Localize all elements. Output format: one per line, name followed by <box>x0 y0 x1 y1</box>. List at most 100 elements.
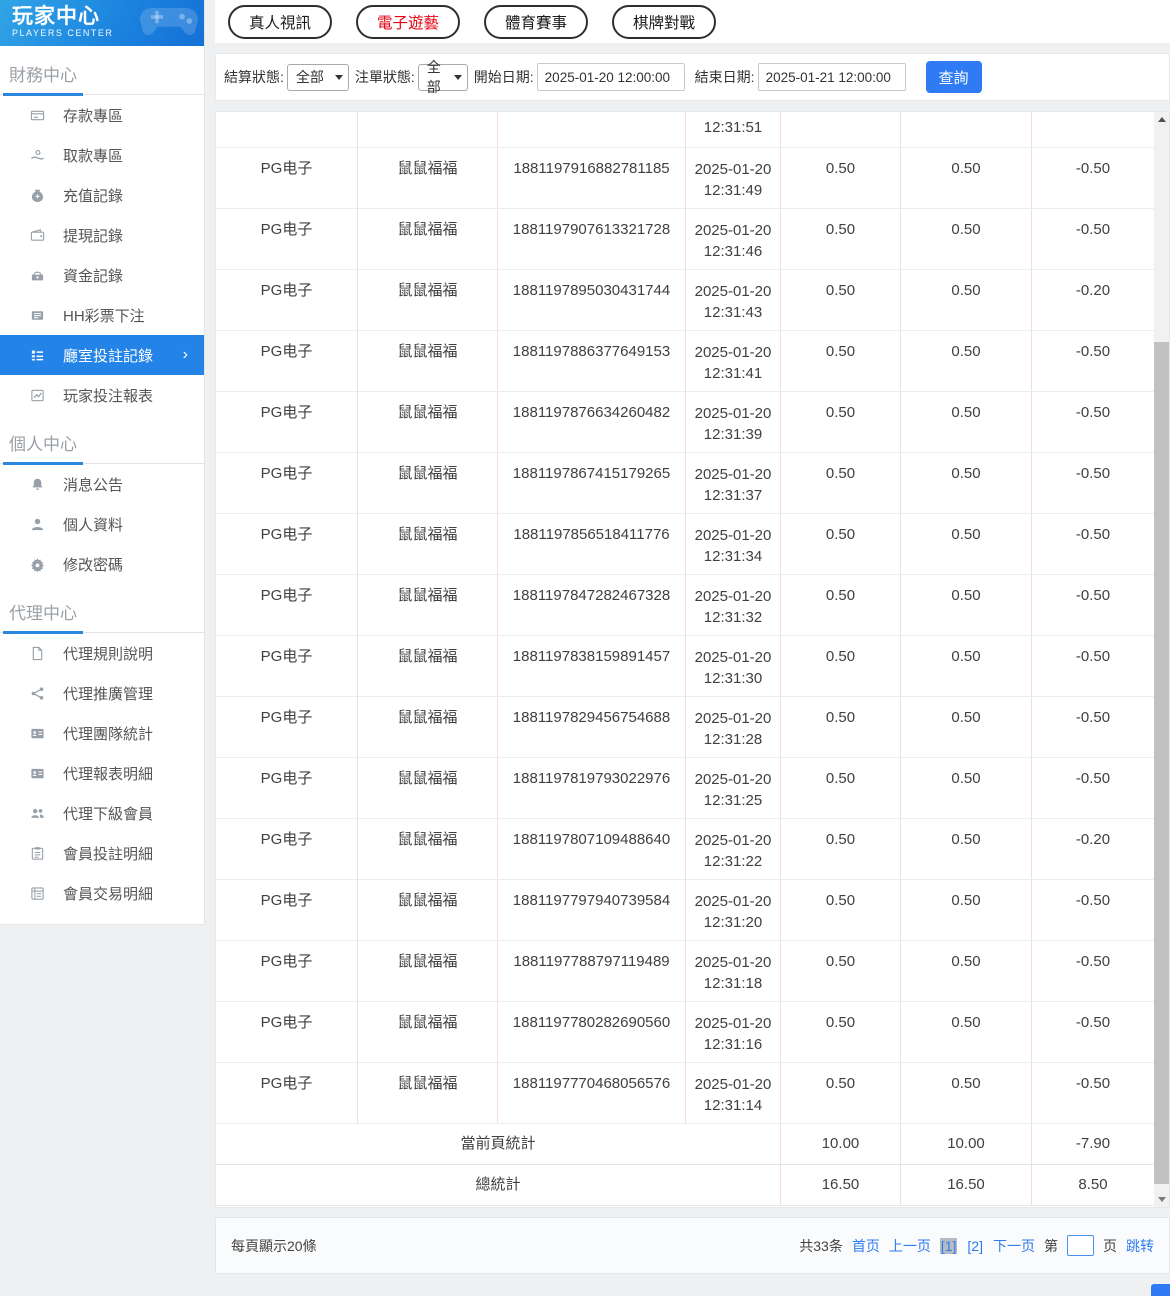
scrollbar-thumb[interactable] <box>1154 342 1169 1184</box>
time-line: 12:31:34 <box>703 548 763 565</box>
search-button[interactable]: 查詢 <box>925 61 982 93</box>
sidebar-item[interactable]: 消息公告 <box>0 464 204 504</box>
sidebar-item-label: 廳室投註記錄 <box>63 347 154 365</box>
sidebar-item[interactable]: 代理推廣管理 <box>0 673 204 713</box>
bet-amount-cell: 0.50 <box>781 880 901 940</box>
moneybag-icon <box>30 188 46 203</box>
bet-amount-cell: 0.50 <box>781 148 901 208</box>
game-category-tab[interactable]: 體育賽事 <box>484 4 589 39</box>
hall-cell: PG电子 <box>216 270 358 330</box>
hall-cell: PG电子 <box>216 758 358 818</box>
jump-button[interactable]: 跳转 <box>1126 1236 1154 1256</box>
purse-icon <box>30 268 46 283</box>
sidebar-item[interactable]: 代理下級會員 <box>0 793 204 833</box>
sidebar-item-label: 資金記錄 <box>63 267 124 285</box>
triangle-down-icon <box>1157 1197 1166 1202</box>
time-line: 12:31:16 <box>703 1036 763 1053</box>
settle-status-select[interactable]: 全部 <box>286 63 349 91</box>
time-line: 12:31:39 <box>703 426 763 443</box>
sidebar-item[interactable]: 玩家投注報表 <box>0 375 204 415</box>
time-line: 12:31:22 <box>703 853 763 870</box>
time-line: 12:31:49 <box>703 182 763 199</box>
time-line: 12:31:37 <box>703 487 763 504</box>
sidebar-item[interactable]: 會員交易明細 <box>0 873 204 913</box>
prev-page-link[interactable]: 上一页 <box>889 1236 931 1256</box>
hall-cell: PG电子 <box>216 1002 358 1062</box>
time-cell: 2025-01-20 12:31:39 <box>686 392 781 452</box>
date-line: 2025-01-20 <box>694 466 772 483</box>
valid-amount-cell: 0.50 <box>901 1002 1032 1062</box>
bet-amount-cell: 0.50 <box>781 697 901 757</box>
hall-cell: PG电子 <box>216 453 358 513</box>
sidebar-item[interactable]: 代理規則說明 <box>0 633 204 673</box>
table-row: PG电子 鼠鼠福福 1881197829456754688 2025-01-20… <box>216 697 1155 758</box>
game-category-tab[interactable]: 真人視訊 <box>228 4 333 39</box>
order-number-cell: 1881197829456754688 <box>498 697 686 757</box>
sidebar-item[interactable]: 個人資料 <box>0 504 204 544</box>
page-number-link[interactable]: [2] <box>966 1238 984 1254</box>
bet-amount-cell: 0.50 <box>781 1063 901 1123</box>
order-number-cell: 1881197916882781185 <box>498 148 686 208</box>
sidebar-item[interactable]: 存款專區 <box>0 95 204 135</box>
scroll-down-arrow[interactable] <box>1154 1192 1169 1207</box>
game-category-tab[interactable]: 電子遊藝 <box>356 4 461 39</box>
valid-amount-cell: 0.50 <box>901 392 1032 452</box>
winloss-cell: -0.50 <box>1032 148 1155 208</box>
time-line: 12:31:14 <box>703 1097 763 1114</box>
jump-page-input[interactable] <box>1067 1235 1094 1256</box>
order-status-select[interactable]: 全部 <box>417 59 468 95</box>
next-page-link[interactable]: 下一页 <box>993 1236 1035 1256</box>
date-line: 2025-01-20 <box>694 161 772 178</box>
date-line: 2025-01-20 <box>694 832 772 849</box>
date-line: 2025-01-20 <box>694 954 772 971</box>
time-cell: 2025-01-20 12:31:28 <box>686 697 781 757</box>
corner-widget[interactable] <box>1151 1284 1170 1296</box>
game-cell: 鼠鼠福福 <box>358 941 498 1001</box>
time-cell: 2025-01-20 12:31:22 <box>686 819 781 879</box>
game-cell: 鼠鼠福福 <box>358 697 498 757</box>
order-number-cell: 1881197847282467328 <box>498 575 686 635</box>
game-cell: 鼠鼠福福 <box>358 514 498 574</box>
scroll-up-arrow[interactable] <box>1154 112 1169 127</box>
summary-winloss-cell: -7.90 <box>1032 1124 1155 1164</box>
sidebar-item[interactable]: 修改密碼 <box>0 544 204 584</box>
section-title-personal: 個人中心 <box>0 415 204 465</box>
filter-bar: 結算狀態: 全部 注單狀態: 全部 開始日期: 結束日期: 查詢 <box>215 53 1170 101</box>
sidebar-item[interactable]: 取款專區 <box>0 135 204 175</box>
game-cell: 鼠鼠福福 <box>358 880 498 940</box>
sidebar-item-label: 代理團隊統計 <box>63 725 154 743</box>
sidebar-item-label: 代理下級會員 <box>63 805 154 823</box>
deposit-card-icon <box>30 108 46 123</box>
sidebar-item[interactable]: 代理團隊統計 <box>0 713 204 753</box>
time-cell: 12:31:51 <box>686 112 781 147</box>
sidebar: 玩家中心 PLAYERS CENTER 財務中心 存款專區 取款專區 充值記錄 … <box>0 0 205 925</box>
first-page-link[interactable]: 首页 <box>852 1236 880 1256</box>
order-status-value: 全部 <box>426 59 441 95</box>
game-cell: 鼠鼠福福 <box>358 148 498 208</box>
time-line: 12:31:43 <box>703 304 763 321</box>
bet-amount-cell: 0.50 <box>781 453 901 513</box>
winloss-cell: -0.50 <box>1032 758 1155 818</box>
valid-amount-cell: 0.50 <box>901 941 1032 1001</box>
sidebar-item[interactable]: 代理報表明細 <box>0 753 204 793</box>
bell-icon <box>30 477 46 492</box>
start-date-input[interactable] <box>536 63 685 91</box>
sidebar-item[interactable]: HH彩票下注 <box>0 295 204 335</box>
game-cell: 鼠鼠福福 <box>358 453 498 513</box>
end-date-input[interactable] <box>757 63 906 91</box>
sidebar-item-label: 充值記錄 <box>63 187 124 205</box>
sidebar-item[interactable]: 廳室投註記錄 › <box>0 335 204 375</box>
table-scrollbar[interactable] <box>1154 112 1169 1207</box>
valid-amount-cell: 0.50 <box>901 209 1032 269</box>
document-icon <box>30 646 46 661</box>
bet-amount-cell: 0.50 <box>781 636 901 696</box>
sidebar-item[interactable]: 會員投註明細 <box>0 833 204 873</box>
game-category-tab[interactable]: 棋牌對戰 <box>612 4 717 39</box>
game-cell: 鼠鼠福福 <box>358 1002 498 1062</box>
sidebar-item[interactable]: 提現記錄 <box>0 215 204 255</box>
jump-suffix-text: 页 <box>1103 1237 1117 1254</box>
sidebar-item[interactable]: 充值記錄 <box>0 175 204 215</box>
sidebar-item[interactable]: 資金記錄 <box>0 255 204 295</box>
bet-amount-cell: 0.50 <box>781 270 901 330</box>
page-number-link[interactable]: [1] <box>939 1237 958 1254</box>
